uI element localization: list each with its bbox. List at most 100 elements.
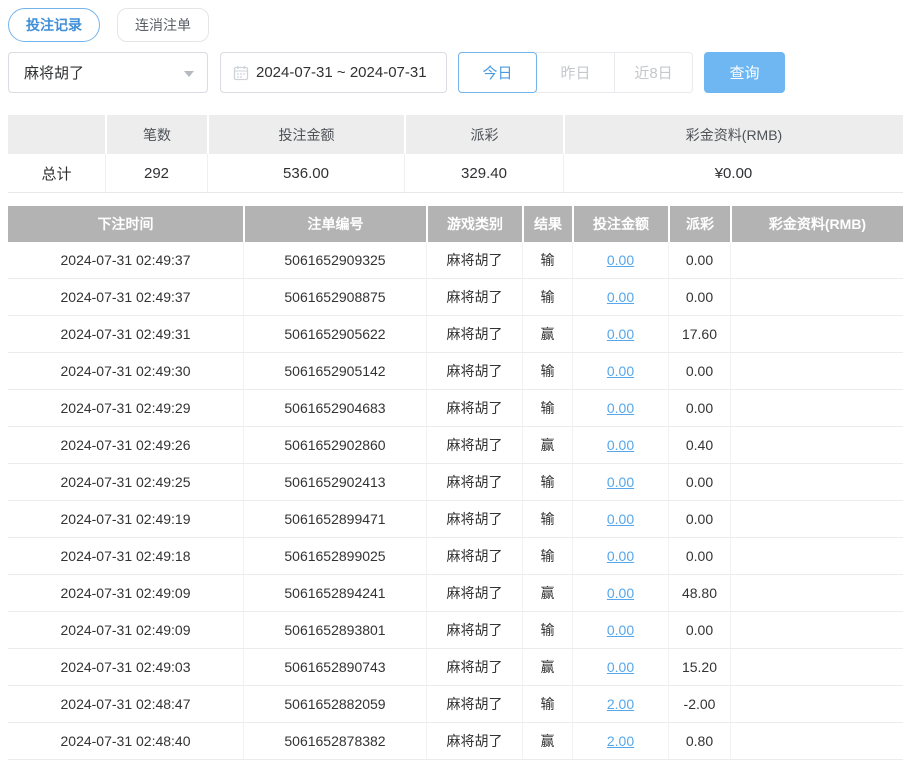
- cell-game-type: 麻将胡了: [426, 649, 522, 686]
- cell-payout: 0.00: [668, 538, 730, 575]
- table-row: 2024-07-31 02:49:09 5061652894241 麻将胡了 赢…: [8, 575, 903, 612]
- bet-amount-link[interactable]: 0.00: [607, 289, 634, 305]
- cell-bet-time: 2024-07-31 02:49:19: [8, 501, 243, 538]
- cell-game-type: 麻将胡了: [426, 575, 522, 612]
- range-btn-last8days[interactable]: 近8日: [614, 52, 693, 93]
- summary-header-payout: 派彩: [404, 115, 563, 154]
- table-row: 2024-07-31 02:49:18 5061652899025 麻将胡了 输…: [8, 538, 903, 575]
- cell-bet-time: 2024-07-31 02:48:40: [8, 723, 243, 760]
- calendar-icon: [233, 65, 249, 81]
- cell-payout: 0.80: [668, 723, 730, 760]
- tab-bet-records-label: 投注记录: [26, 17, 82, 33]
- cell-payout: 0.00: [668, 464, 730, 501]
- header-order-id: 注单编号: [243, 206, 426, 242]
- range-btn-today[interactable]: 今日: [458, 52, 537, 93]
- cell-game-type: 麻将胡了: [426, 316, 522, 353]
- cell-game-type: 麻将胡了: [426, 353, 522, 390]
- cell-jackpot: [730, 316, 903, 353]
- cell-payout: 0.00: [668, 501, 730, 538]
- header-payout: 派彩: [668, 206, 730, 242]
- filter-bar: 麻将胡了 2024-07-31 ~ 2024-07-31 今日 昨日 近8日 查…: [8, 52, 904, 93]
- cell-payout: 0.00: [668, 612, 730, 649]
- game-select[interactable]: 麻将胡了: [8, 52, 208, 93]
- cell-order-id: 5061652902860: [243, 427, 426, 464]
- cell-jackpot: [730, 390, 903, 427]
- bet-amount-link[interactable]: 2.00: [607, 733, 634, 749]
- cell-bet-amount: 0.00: [572, 649, 668, 686]
- cell-jackpot: [730, 279, 903, 316]
- cell-order-id: 5061652905142: [243, 353, 426, 390]
- cell-bet-amount: 0.00: [572, 427, 668, 464]
- bet-amount-link[interactable]: 0.00: [607, 252, 634, 268]
- chevron-down-icon: [184, 71, 194, 77]
- bet-amount-link[interactable]: 0.00: [607, 326, 634, 342]
- cell-jackpot: [730, 353, 903, 390]
- cell-result: 输: [522, 464, 572, 501]
- cell-result: 输: [522, 686, 572, 723]
- cell-order-id: 5061652894241: [243, 575, 426, 612]
- bet-amount-link[interactable]: 0.00: [607, 474, 634, 490]
- table-row: 2024-07-31 02:49:03 5061652890743 麻将胡了 赢…: [8, 649, 903, 686]
- cell-bet-amount: 0.00: [572, 575, 668, 612]
- records-header-row: 下注时间 注单编号 游戏类别 结果 投注金额 派彩 彩金资料(RMB): [8, 206, 903, 242]
- range-btn-yesterday[interactable]: 昨日: [536, 52, 615, 93]
- table-row: 2024-07-31 02:49:31 5061652905622 麻将胡了 赢…: [8, 316, 903, 353]
- cell-payout: 15.20: [668, 649, 730, 686]
- tab-cancelled-orders-label: 连消注单: [135, 17, 191, 33]
- page: 投注记录 连消注单 麻将胡了 2024-07-31 ~ 2024-07-31 今…: [0, 0, 912, 768]
- summary-header-jackpot: 彩金资料(RMB): [563, 115, 903, 154]
- cell-payout: 17.60: [668, 316, 730, 353]
- bet-amount-link[interactable]: 0.00: [607, 622, 634, 638]
- cell-bet-time: 2024-07-31 02:49:09: [8, 612, 243, 649]
- cell-result: 输: [522, 242, 572, 279]
- cell-bet-amount: 0.00: [572, 612, 668, 649]
- cell-bet-time: 2024-07-31 02:49:29: [8, 390, 243, 427]
- cell-jackpot: [730, 723, 903, 760]
- bet-amount-link[interactable]: 0.00: [607, 437, 634, 453]
- tab-bet-records[interactable]: 投注记录: [8, 8, 100, 42]
- cell-jackpot: [730, 464, 903, 501]
- cell-bet-amount: 0.00: [572, 501, 668, 538]
- cell-bet-time: 2024-07-31 02:49:30: [8, 353, 243, 390]
- cell-game-type: 麻将胡了: [426, 279, 522, 316]
- tab-cancelled-orders[interactable]: 连消注单: [117, 8, 209, 42]
- cell-game-type: 麻将胡了: [426, 390, 522, 427]
- date-range-value: 2024-07-31 ~ 2024-07-31: [256, 64, 427, 81]
- cell-payout: 0.00: [668, 279, 730, 316]
- header-bet-time: 下注时间: [8, 206, 243, 242]
- summary-header-row: 笔数 投注金额 派彩 彩金资料(RMB): [8, 115, 903, 154]
- bet-amount-link[interactable]: 0.00: [607, 585, 634, 601]
- table-row: 2024-07-31 02:49:19 5061652899471 麻将胡了 输…: [8, 501, 903, 538]
- query-button[interactable]: 查询: [704, 52, 785, 93]
- cell-order-id: 5061652893801: [243, 612, 426, 649]
- cell-game-type: 麻将胡了: [426, 612, 522, 649]
- cell-result: 输: [522, 538, 572, 575]
- cell-game-type: 麻将胡了: [426, 464, 522, 501]
- cell-order-id: 5061652904683: [243, 390, 426, 427]
- table-row: 2024-07-31 02:49:25 5061652902413 麻将胡了 输…: [8, 464, 903, 501]
- top-tabs: 投注记录 连消注单: [8, 8, 904, 42]
- cell-result: 赢: [522, 649, 572, 686]
- cell-bet-time: 2024-07-31 02:49:03: [8, 649, 243, 686]
- cell-bet-amount: 0.00: [572, 316, 668, 353]
- bet-amount-link[interactable]: 0.00: [607, 548, 634, 564]
- bet-amount-link[interactable]: 2.00: [607, 696, 634, 712]
- cell-game-type: 麻将胡了: [426, 686, 522, 723]
- cell-jackpot: [730, 612, 903, 649]
- bet-amount-link[interactable]: 0.00: [607, 363, 634, 379]
- bet-amount-link[interactable]: 0.00: [607, 400, 634, 416]
- cell-payout: 0.00: [668, 242, 730, 279]
- cell-bet-amount: 0.00: [572, 538, 668, 575]
- summary-table: 笔数 投注金额 派彩 彩金资料(RMB) 总计 292 536.00 329.4…: [8, 115, 903, 193]
- cell-result: 输: [522, 279, 572, 316]
- date-range-input[interactable]: 2024-07-31 ~ 2024-07-31: [220, 52, 447, 93]
- cell-bet-time: 2024-07-31 02:49:26: [8, 427, 243, 464]
- cell-bet-time: 2024-07-31 02:49:18: [8, 538, 243, 575]
- cell-payout: 48.80: [668, 575, 730, 612]
- cell-game-type: 麻将胡了: [426, 242, 522, 279]
- cell-order-id: 5061652882059: [243, 686, 426, 723]
- bet-amount-link[interactable]: 0.00: [607, 511, 634, 527]
- range-btn-last8days-label: 近8日: [634, 65, 673, 82]
- cell-bet-amount: 0.00: [572, 353, 668, 390]
- bet-amount-link[interactable]: 0.00: [607, 659, 634, 675]
